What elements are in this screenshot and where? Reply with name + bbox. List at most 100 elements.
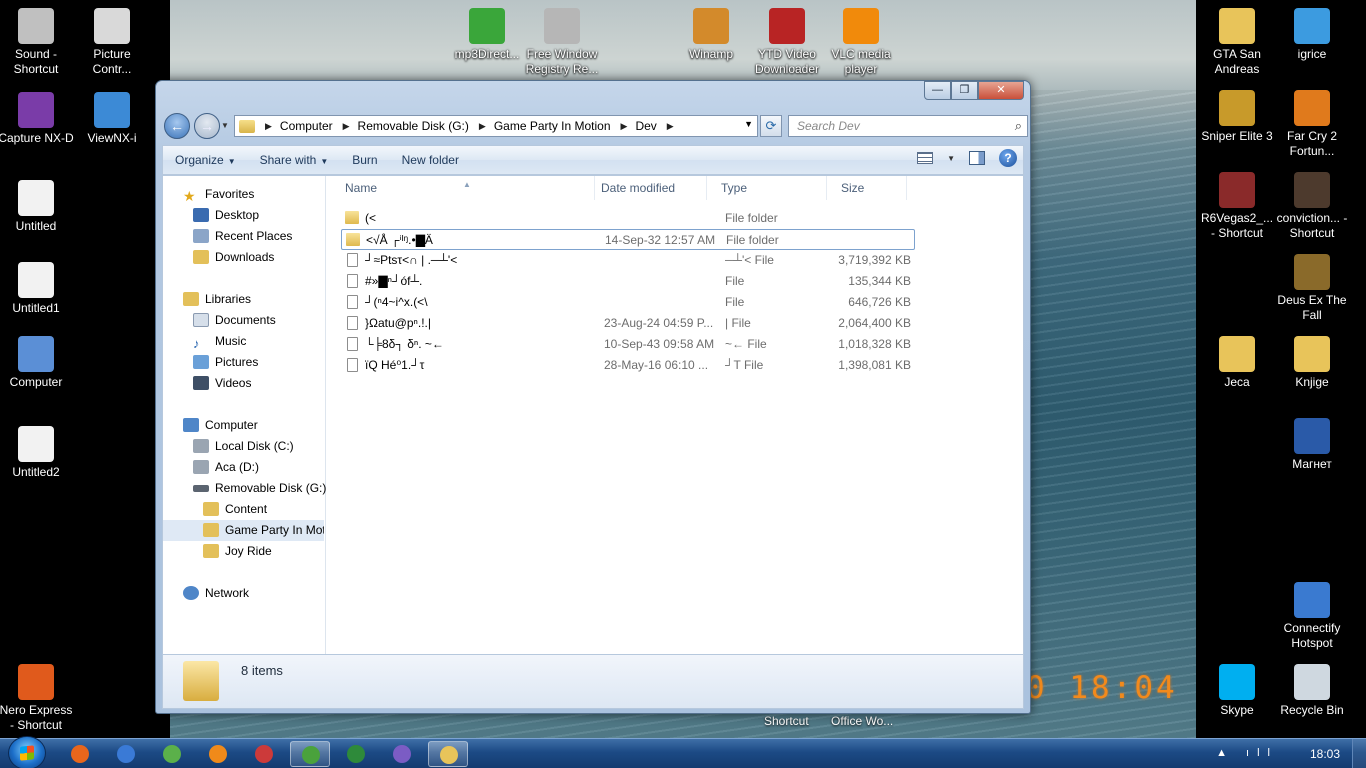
desktop-icon-right-6[interactable]: Deus Ex The Fall [1274,254,1350,323]
nav-documents[interactable]: Documents [193,310,276,331]
forward-button[interactable]: → [194,113,220,139]
desktop-icon-right-0[interactable]: GTA San Andreas [1199,8,1275,77]
desktop-icon-top-2[interactable]: Winamp [673,8,749,62]
file-list[interactable]: Name ▲ Date modified Type Size (< File fol… [327,176,1023,654]
column-header-type[interactable]: Type [707,176,827,200]
nav-recent-places[interactable]: Recent Places [193,226,292,247]
chevron-right-icon[interactable]: ▶ [667,121,674,132]
change-view-icon[interactable] [917,152,934,164]
taskbar-button-tools[interactable] [244,741,284,767]
file-row[interactable]: ┘≈Ptsτ<∩ | .─┴'< ─┴'< File 3,719,392 KB [341,250,915,271]
desktop-icon-right-10[interactable]: Connectify Hotspot [1274,582,1350,651]
breadcrumb-dev[interactable]: Dev [635,119,656,133]
desktop-icon-right-12[interactable]: Recycle Bin [1274,664,1350,718]
desktop-icon-right-3[interactable]: Far Cry 2 Fortun... [1274,90,1350,159]
nav-desktop[interactable]: Desktop [193,205,259,226]
breadcrumb-computer[interactable]: Computer [280,119,333,133]
desktop-icon-left-4[interactable]: Untitled [0,180,74,234]
desktop-icon-top-4[interactable]: VLC media player [823,8,899,77]
desktop-icon-right-4[interactable]: R6Vegas2_... - Shortcut [1199,172,1275,241]
nav-aca-d[interactable]: Aca (D:) [193,457,259,478]
share-with-button[interactable]: Share with ▼ [248,153,341,167]
address-dropdown-icon[interactable]: ▼ [744,119,753,129]
explorer-window[interactable]: — ❐ ✕ ← → ▼ ▶ Computer ▶ Removable Disk … [155,80,1031,714]
nav-downloads[interactable]: Downloads [193,247,274,268]
help-icon[interactable]: ? [999,149,1017,167]
navigation-pane[interactable]: ★ Favorites Desktop Recent Places Downloa… [163,176,326,654]
show-desktop-button[interactable] [1352,739,1366,768]
address-bar[interactable]: ▶ Computer ▶ Removable Disk (G:) ▶ Game … [234,115,758,137]
desktop-icon-top-3[interactable]: YTD Video Downloader [749,8,825,77]
chevron-right-icon[interactable]: ▶ [343,121,350,132]
desktop-icon-left-3[interactable]: ViewNX-i [74,92,150,146]
taskbar-button-mp3cut-task[interactable] [290,741,330,767]
view-dropdown-icon[interactable]: ▼ [947,154,955,163]
desktop-icon-right-11[interactable]: Skype [1199,664,1275,718]
nav-music[interactable]: ♪ Music [193,331,246,352]
column-header-name[interactable]: Name ▲ [327,176,595,200]
search-input[interactable]: Search Dev ⌕ [788,115,1028,137]
clock[interactable]: 18:03 [1310,747,1340,761]
desktop-icon-left-5[interactable]: Untitled1 [0,262,74,316]
recent-pages-dropdown[interactable]: ▼ [221,121,229,130]
chevron-right-icon[interactable]: ▶ [479,121,486,132]
chevron-right-icon[interactable]: ▶ [621,121,628,132]
burn-button[interactable]: Burn [340,153,389,167]
desktop-icon-right-5[interactable]: conviction... - Shortcut [1274,172,1350,241]
desktop-icon-right-8[interactable]: Knjige [1274,336,1350,390]
search-icon[interactable]: ⌕ [1015,118,1022,134]
file-row[interactable]: ┘(ⁿ4~i^x.(<\ File 646,726 KB [341,292,915,313]
column-header-date[interactable]: Date modified [587,176,707,200]
refresh-button[interactable]: ⟳ [760,115,782,137]
nav-folder-game-party[interactable]: Game Party In Mot [163,520,324,541]
nav-network[interactable]: Network [183,583,249,604]
desktop-icon-left-7[interactable]: Untitled2 [0,426,74,480]
taskbar-button-explorer[interactable] [428,741,468,767]
chevron-right-icon[interactable]: ▶ [265,121,272,132]
nav-videos[interactable]: Videos [193,373,251,394]
desktop-icon-left-6[interactable]: Computer [0,336,74,390]
desktop-icon-left-1[interactable]: Picture Contr... [74,8,150,77]
desktop-icon-right-7[interactable]: Jeca [1199,336,1275,390]
breadcrumb-removable-disk[interactable]: Removable Disk (G:) [358,119,469,133]
nav-libraries[interactable]: Libraries [183,289,251,310]
taskbar-button-viber[interactable] [382,741,422,767]
desktop-icon-top-0[interactable]: mp3Direct... [449,8,525,62]
nav-computer[interactable]: Computer [183,415,258,436]
desktop-icon-right-9[interactable]: Магнет [1274,418,1350,472]
taskbar-button-thunderbolt[interactable] [106,741,146,767]
desktop-icon-right-1[interactable]: igrice [1274,8,1350,62]
nav-favorites[interactable]: ★ Favorites [183,184,254,205]
desktop-icon-left-0[interactable]: Sound - Shortcut [0,8,74,77]
desktop-icon-right-2[interactable]: Sniper Elite 3 [1199,90,1275,144]
file-row[interactable]: └╞8δ┐ δⁿ. ~← 10-Sep-43 09:58 AM ~← File 1,0… [341,334,915,355]
file-row[interactable]: }Ωatu@pⁿ.!.| 23-Aug-24 04:59 P... | File 2,… [341,313,915,334]
taskbar-button-firefox[interactable] [60,741,100,767]
desktop-icon-left-2[interactable]: Capture NX-D [0,92,74,146]
preview-pane-icon[interactable] [969,151,985,165]
nav-pictures[interactable]: Pictures [193,352,258,373]
nav-folder-content[interactable]: Content [203,499,267,520]
breadcrumb-game-party[interactable]: Game Party In Motion [494,119,611,133]
taskbar-button-chrome[interactable] [152,741,192,767]
close-button[interactable]: ✕ [978,81,1024,100]
tray-icons[interactable]: ▲ ıll [1216,747,1278,759]
maximize-button[interactable]: ❐ [951,81,978,100]
new-folder-button[interactable]: New folder [390,153,471,167]
organize-button[interactable]: Organize ▼ [163,153,248,167]
desktop-icon-left-8[interactable]: Nero Express - Shortcut [0,664,74,733]
minimize-button[interactable]: — [924,81,951,100]
start-button[interactable] [8,736,46,768]
nav-local-disk-c[interactable]: Local Disk (C:) [193,436,294,457]
desktop-icon-top-1[interactable]: Free Window Registry Re... [524,8,600,77]
file-row[interactable]: ïQ Hé⁰1.┘τ 28-May-16 06:10 ... ┘T File 1,39… [341,355,915,376]
nav-removable-disk-g[interactable]: Removable Disk (G:) [193,478,326,499]
back-button[interactable]: ← [164,113,190,139]
nav-folder-joy-ride[interactable]: Joy Ride [203,541,272,562]
file-row[interactable]: #»▇ⁿ┘óf┴. File 135,344 KB [341,271,915,292]
taskbar-button-green-app[interactable] [336,741,376,767]
column-header-size[interactable]: Size [827,176,907,200]
file-row[interactable]: (< File folder [341,208,915,229]
taskbar-button-avast[interactable] [198,741,238,767]
file-row[interactable]: <√Å ┌ⁱᴵᵑ.•▇Ä 14-Sep-32 12:57 AM File folde… [341,229,915,250]
